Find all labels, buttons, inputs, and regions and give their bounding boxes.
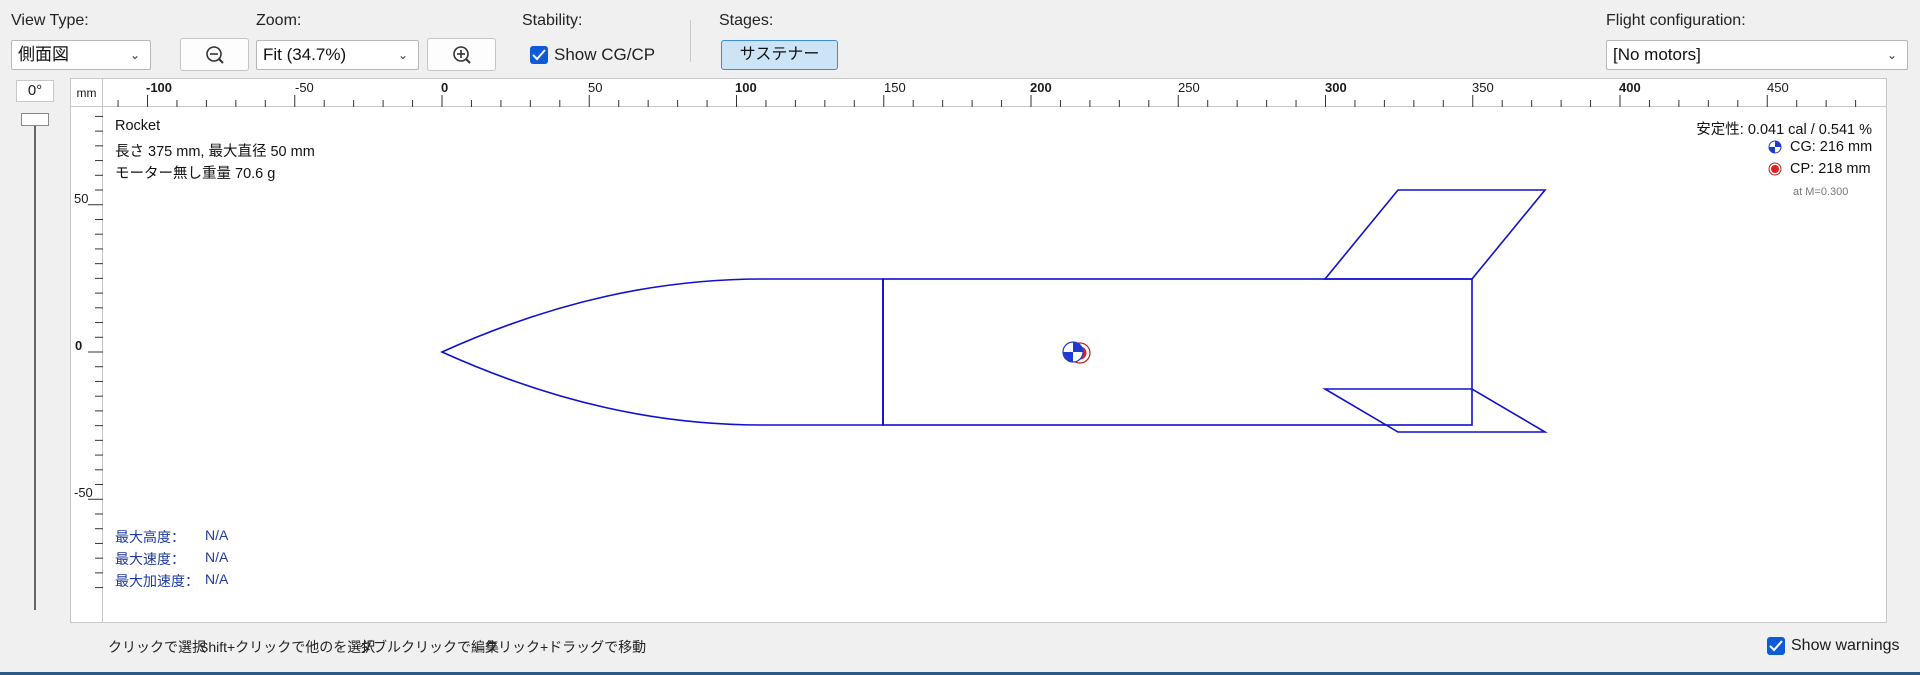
zoom-out-button[interactable] bbox=[180, 38, 249, 71]
max-accel-label: 最大加速度： bbox=[115, 573, 199, 589]
ruler-label-350: 350 bbox=[1472, 80, 1494, 95]
chevron-down-icon: ⌄ bbox=[1886, 48, 1897, 62]
zoom-out-icon bbox=[206, 46, 224, 64]
stage-sustainer-button[interactable]: サステナー bbox=[721, 40, 838, 70]
hint-click-select: クリックで選択 bbox=[108, 639, 206, 655]
hint-shift-click: Shift+クリックで他のを選択 bbox=[199, 639, 376, 655]
chevron-down-icon: ⌄ bbox=[129, 48, 140, 62]
chevron-down-icon: ⌄ bbox=[397, 48, 408, 62]
cg-value: CG: 216 mm bbox=[1790, 139, 1873, 155]
toolbar-divider bbox=[690, 20, 691, 62]
max-altitude-label: 最大高度： bbox=[115, 529, 185, 545]
ruler-label-150: 150 bbox=[884, 80, 906, 95]
zoom-value: Fit (34.7%) bbox=[263, 45, 347, 64]
check-icon bbox=[532, 49, 546, 61]
ruler-label-200: 200 bbox=[1030, 80, 1052, 95]
stability-label: Stability: bbox=[522, 12, 583, 29]
ruler-label-50: 50 bbox=[588, 80, 603, 95]
view-type-select[interactable]: 側面図 ⌄ bbox=[11, 40, 151, 70]
stages-label: Stages: bbox=[719, 12, 774, 29]
rocket-nose-cone bbox=[440, 278, 884, 426]
max-velocity-label: 最大速度： bbox=[115, 551, 185, 567]
ruler-label-250: 250 bbox=[1178, 80, 1200, 95]
show-cgcp-checkbox[interactable] bbox=[530, 46, 548, 64]
ruler-label-v0: 0 bbox=[75, 338, 83, 353]
show-warnings-checkbox[interactable] bbox=[1767, 637, 1785, 655]
ruler-label-0: 0 bbox=[441, 80, 449, 95]
cp-value: CP: 218 mm bbox=[1790, 161, 1871, 177]
show-warnings-label[interactable]: Show warnings bbox=[1791, 637, 1900, 655]
hint-double-click: ダブルクリックで編集 bbox=[359, 639, 499, 655]
show-cgcp-label[interactable]: Show CG/CP bbox=[554, 45, 655, 65]
rocket-fin-top bbox=[1323, 189, 1547, 280]
rocket-body-tube bbox=[882, 278, 1473, 426]
cp-legend-icon bbox=[1768, 162, 1782, 176]
ruler-label-450: 450 bbox=[1767, 80, 1789, 95]
ruler-label-m50: -50 bbox=[295, 80, 314, 95]
zoom-select[interactable]: Fit (34.7%) ⌄ bbox=[256, 40, 419, 70]
zoom-in-icon bbox=[453, 46, 471, 64]
ruler-label-100: 100 bbox=[735, 80, 757, 95]
vertical-ruler bbox=[71, 107, 103, 622]
stability-value: 安定性: 0.041 cal / 0.541 % bbox=[1696, 122, 1872, 138]
cg-marker bbox=[1062, 341, 1084, 363]
cg-legend-icon bbox=[1768, 140, 1782, 154]
zoom-label: Zoom: bbox=[256, 12, 302, 29]
ruler-label-400: 400 bbox=[1619, 80, 1641, 95]
rotation-angle-display: 0° bbox=[16, 80, 54, 102]
rocket-name: Rocket bbox=[115, 118, 161, 134]
ruler-unit: mm bbox=[71, 79, 103, 107]
max-velocity-value: N/A bbox=[205, 549, 229, 565]
rocket-dimensions: 長さ 375 mm, 最大直径 50 mm bbox=[115, 144, 315, 160]
flight-config-value: [No motors] bbox=[1613, 45, 1701, 64]
view-type-label: View Type: bbox=[11, 12, 89, 29]
ruler-label-vm50: -50 bbox=[74, 485, 93, 500]
flight-config-label: Flight configuration: bbox=[1606, 12, 1746, 29]
ruler-label-300: 300 bbox=[1325, 80, 1347, 95]
zoom-in-button[interactable] bbox=[427, 38, 496, 71]
flight-config-select[interactable]: [No motors] ⌄ bbox=[1606, 40, 1908, 70]
mach-value: at M=0.300 bbox=[1793, 186, 1849, 198]
rotation-slider-track[interactable] bbox=[34, 118, 36, 610]
rocket-drawing[interactable] bbox=[103, 107, 1886, 622]
hint-click-drag: クリック+ドラッグで移動 bbox=[484, 639, 647, 655]
max-altitude-value: N/A bbox=[205, 527, 229, 543]
max-accel-value: N/A bbox=[205, 571, 229, 587]
rotation-slider-handle[interactable] bbox=[21, 113, 49, 126]
check-icon bbox=[1769, 640, 1783, 652]
view-type-value: 側面図 bbox=[18, 45, 69, 64]
rocket-mass: モーター無し重量 70.6 g bbox=[115, 166, 276, 182]
ruler-label-v50: 50 bbox=[74, 191, 89, 206]
ruler-label-m100: -100 bbox=[146, 80, 173, 95]
